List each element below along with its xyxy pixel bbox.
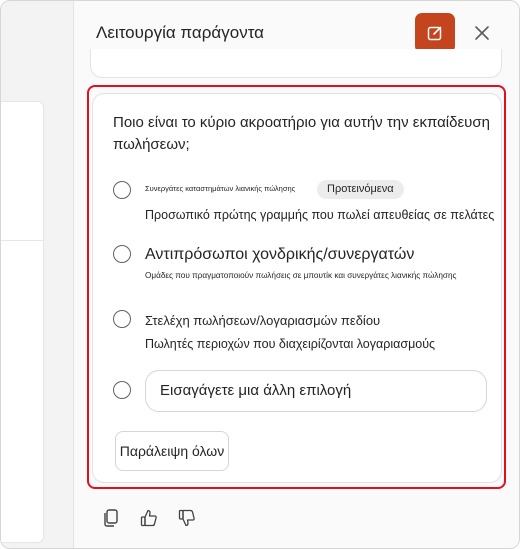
option-3-description: Πωλητές περιοχών που διαχειρίζονται λογα… bbox=[145, 337, 436, 351]
new-chat-button[interactable] bbox=[415, 13, 455, 53]
other-option-input[interactable]: Εισαγάγετε μια άλλη επιλογή bbox=[145, 370, 487, 412]
document-pane bbox=[1, 1, 74, 548]
like-button[interactable] bbox=[138, 507, 160, 529]
skip-all-button[interactable]: Παράλειψη όλων bbox=[115, 431, 229, 471]
option-1-description: Προσωπικό πρώτης γραμμής που πωλεί απευθ… bbox=[145, 208, 495, 222]
thumbs-down-icon bbox=[178, 509, 195, 527]
other-option-radio[interactable] bbox=[113, 381, 131, 399]
option-2-description: Ομάδες που πραγματοποιούν πωλήσεις σε μπ… bbox=[145, 271, 457, 280]
panel-title: Λειτουργία παράγοντα bbox=[96, 23, 265, 42]
option-2-label: Αντιπρόσωποι χονδρικής/συνεργατών bbox=[145, 246, 415, 263]
option-3-radio[interactable] bbox=[113, 310, 131, 328]
close-icon bbox=[475, 26, 489, 40]
document-page bbox=[1, 101, 44, 543]
compose-icon bbox=[427, 26, 442, 41]
copy-icon bbox=[104, 509, 118, 527]
thumbs-up-icon bbox=[140, 509, 157, 527]
recommended-badge: Προτεινόμενα bbox=[317, 180, 404, 199]
question-text: Ποιο είναι το κύριο ακροατήριο για αυτήν… bbox=[113, 114, 490, 153]
close-button[interactable] bbox=[470, 21, 494, 45]
option-1-label: Συνεργάτες καταστημάτων λιανικής πώλησης bbox=[145, 184, 296, 193]
option-2-radio[interactable] bbox=[113, 245, 131, 263]
question-card: Ποιο είναι το κύριο ακροατήριο για αυτήν… bbox=[92, 93, 502, 483]
copy-button[interactable] bbox=[100, 507, 122, 529]
option-1-radio[interactable] bbox=[113, 181, 131, 199]
previous-message-card bbox=[90, 49, 502, 78]
dislike-button[interactable] bbox=[176, 507, 198, 529]
divider bbox=[1, 240, 43, 241]
agent-panel: Λειτουργία παράγοντα Ποιο είναι το κύριο… bbox=[74, 1, 519, 548]
option-3-label: Στελέχη πωλήσεων/λογαριασμών πεδίου bbox=[145, 313, 381, 328]
app-window: Λειτουργία παράγοντα Ποιο είναι το κύριο… bbox=[0, 0, 520, 549]
